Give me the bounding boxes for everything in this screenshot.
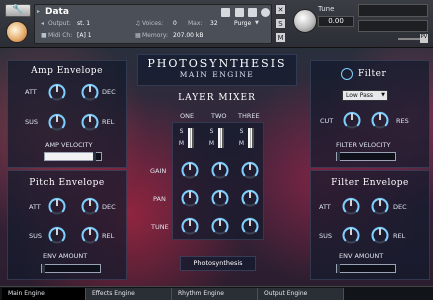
layer-one-gain-knob[interactable] xyxy=(180,160,200,180)
layer-three-pan-knob[interactable] xyxy=(240,188,260,208)
layer-two-pan-knob[interactable] xyxy=(210,188,230,208)
pitch-amount-slider-thumb[interactable] xyxy=(42,264,45,273)
filter-env-dec-label: DEC xyxy=(393,203,407,211)
filter-env-rel-knob[interactable] xyxy=(370,225,390,245)
amp-velocity-slider-thumb[interactable] xyxy=(93,152,96,161)
layer-two-solo-button[interactable]: S xyxy=(208,128,215,136)
layer-three-solo-button[interactable]: S xyxy=(238,128,245,136)
layer-one-fader[interactable] xyxy=(188,128,194,148)
layer-one-tune-knob[interactable] xyxy=(180,216,200,236)
tab-output-engine[interactable]: Output Engine xyxy=(258,288,344,300)
filter-env-rel-label: REL xyxy=(393,232,406,240)
amp-sus-knob[interactable] xyxy=(47,112,67,132)
layer-one-pan-knob[interactable] xyxy=(180,188,200,208)
amp-velocity-slider-fill xyxy=(45,153,93,160)
filter-env-amount-label: ENV AMOUNT xyxy=(339,252,384,260)
pitch-dec-knob[interactable] xyxy=(80,196,100,216)
filter-res-label: RES xyxy=(396,117,409,125)
layer-one-solo-button[interactable]: S xyxy=(178,128,185,136)
amp-sus-label: SUS xyxy=(25,118,39,126)
layer-two-tune-knob[interactable] xyxy=(210,216,230,236)
pitch-att-label: ATT xyxy=(29,203,41,211)
filter-env-att-knob[interactable] xyxy=(341,196,361,216)
layer-three-gain-knob[interactable] xyxy=(240,160,260,180)
filter-velocity-label: FILTER VELOCITY xyxy=(336,141,391,149)
pitch-amount-label: ENV AMOUNT xyxy=(43,252,88,260)
filter-cut-label: CUT xyxy=(320,117,334,125)
pitch-rel-knob[interactable] xyxy=(80,225,100,245)
filter-env-dec-knob[interactable] xyxy=(370,196,390,216)
layer-one-mute-button[interactable]: M xyxy=(178,140,185,148)
pitch-rel-label: REL xyxy=(102,232,115,240)
layer-two-fader[interactable] xyxy=(218,128,224,148)
amp-dec-knob[interactable] xyxy=(80,82,100,102)
pitch-amount-slider[interactable] xyxy=(41,264,101,273)
amp-att-knob[interactable] xyxy=(47,82,67,102)
amp-velocity-label: AMP VELOCITY xyxy=(45,141,93,149)
layer-two-gain-knob[interactable] xyxy=(210,160,230,180)
pitch-sus-label: SUS xyxy=(29,232,43,240)
layer-three-fader[interactable] xyxy=(248,128,254,148)
filter-env-sus-knob[interactable] xyxy=(341,225,361,245)
filter-velocity-slider[interactable] xyxy=(336,152,396,161)
tab-main-engine[interactable]: Main Engine xyxy=(2,288,86,300)
pitch-sus-knob[interactable] xyxy=(47,225,67,245)
filter-env-amount-slider-thumb[interactable] xyxy=(337,264,340,273)
amp-rel-knob[interactable] xyxy=(80,112,100,132)
pitch-att-knob[interactable] xyxy=(47,196,67,216)
amp-att-label: ATT xyxy=(25,88,37,96)
layer-three-tune-knob[interactable] xyxy=(240,216,260,236)
pitch-dec-label: DEC xyxy=(102,203,116,211)
filter-env-sus-label: SUS xyxy=(319,232,333,240)
filter-velocity-slider-thumb[interactable] xyxy=(337,152,340,161)
filter-cut-knob[interactable] xyxy=(342,110,362,130)
tab-effects-engine[interactable]: Effects Engine xyxy=(86,288,172,300)
amp-velocity-slider[interactable] xyxy=(44,152,102,161)
engine-tab-bar: Main Engine Effects Engine Rhythm Engine… xyxy=(0,286,433,300)
filter-env-amount-slider[interactable] xyxy=(336,264,396,273)
filter-env-att-label: ATT xyxy=(319,203,331,211)
layer-three-mute-button[interactable]: M xyxy=(238,140,245,148)
filter-res-knob[interactable] xyxy=(370,110,390,130)
amp-dec-label: DEC xyxy=(102,88,116,96)
amp-rel-label: REL xyxy=(102,118,115,126)
layer-two-mute-button[interactable]: M xyxy=(208,140,215,148)
controls-layer: ATT DEC SUS REL AMP VELOCITY ATT DEC SUS REL ENV … xyxy=(0,0,433,286)
tab-rhythm-engine[interactable]: Rhythm Engine xyxy=(172,288,258,300)
